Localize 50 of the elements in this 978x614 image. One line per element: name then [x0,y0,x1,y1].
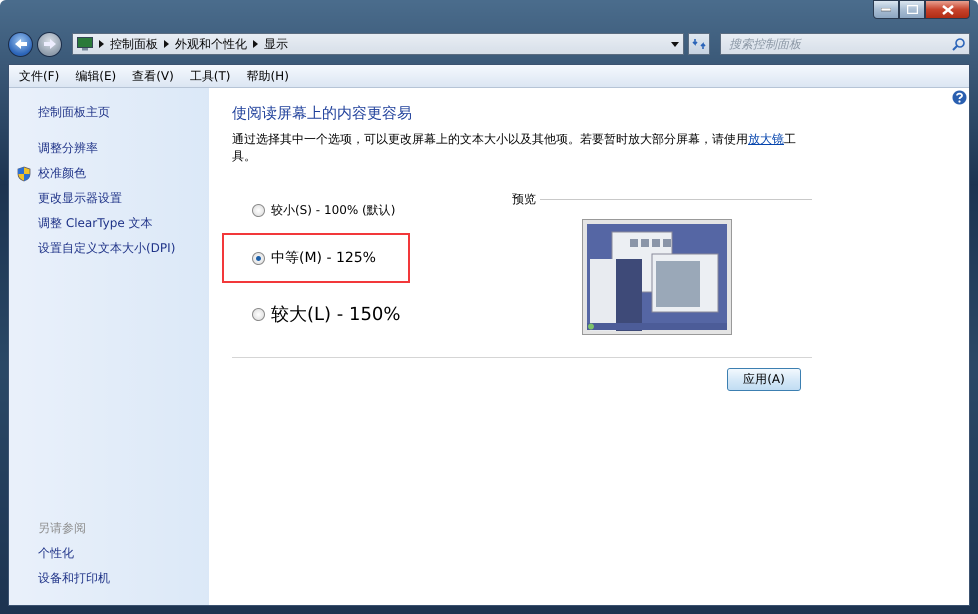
description-text: 通过选择其中一个选项，可以更改屏幕上的文本大小以及其他项。若要暂时放大部分屏幕，请使用放大镜工具。 [232,131,797,165]
menu-item[interactable]: 文件(F) [13,66,66,86]
menu-item[interactable]: 编辑(E) [69,66,122,86]
see-also-heading: 另请参阅 [37,520,87,537]
back-button[interactable] [8,32,33,56]
chevron-icon [253,40,258,48]
menu-item[interactable]: 工具(T) [184,66,236,86]
sidebar-link[interactable]: 调整分辨率 [9,136,209,161]
monitor-icon [77,37,93,51]
sidebar-link[interactable]: 控制面板主页 [9,100,209,125]
radio-button[interactable] [252,252,265,264]
back-arrow-icon [14,38,28,50]
refresh-icon [692,37,706,51]
minimize-icon [881,8,891,12]
maximize-button[interactable] [899,0,925,19]
menu-item[interactable]: 帮助(H) [240,66,295,86]
preview-label: 预览 [512,190,536,208]
option-label[interactable]: 较大(L) - 150% [271,302,400,326]
radio-button[interactable] [252,204,265,216]
option-label[interactable]: 较小(S) - 100% (默认) [271,202,396,218]
dropdown-arrow-icon[interactable] [671,42,679,46]
sidebar-link[interactable]: 设置自定义文本大小(DPI) [9,236,209,261]
help-icon[interactable] [952,90,967,105]
magnifier-link[interactable]: 放大镜 [748,132,784,146]
shield-icon [17,166,31,182]
sidebar-link[interactable]: 个性化 [9,541,209,566]
apply-button[interactable]: 应用(A) [727,368,801,391]
option-label[interactable]: 中等(M) - 125% [271,249,376,267]
search-icon [952,38,965,51]
search-field[interactable]: 搜索控制面板 [720,33,970,55]
chevron-icon [99,40,104,48]
sidebar-link[interactable]: 更改显示器设置 [9,186,209,211]
sidebar-link[interactable]: 调整 ClearType 文本 [9,211,209,236]
sidebar-link[interactable]: 校准颜色 [9,161,86,186]
chevron-icon [164,40,169,48]
breadcrumb[interactable]: 控制面板 [110,36,158,52]
address-bar[interactable]: 控制面板 外观和个性化 显示 [72,33,684,55]
close-button[interactable] [925,0,970,19]
radio-button[interactable] [252,308,265,320]
forward-button[interactable] [37,32,62,56]
breadcrumb[interactable]: 外观和个性化 [175,36,247,52]
maximize-icon [906,5,918,14]
breadcrumb[interactable]: 显示 [264,36,288,52]
refresh-button[interactable] [688,33,710,55]
page-heading: 使阅读屏幕上的内容更容易 [232,104,413,123]
forward-arrow-icon [42,38,56,50]
close-icon [942,4,954,14]
sidebar-link[interactable]: 设备和打印机 [9,566,209,591]
minimize-button[interactable] [873,0,899,19]
menu-item[interactable]: 查看(V) [126,66,180,86]
